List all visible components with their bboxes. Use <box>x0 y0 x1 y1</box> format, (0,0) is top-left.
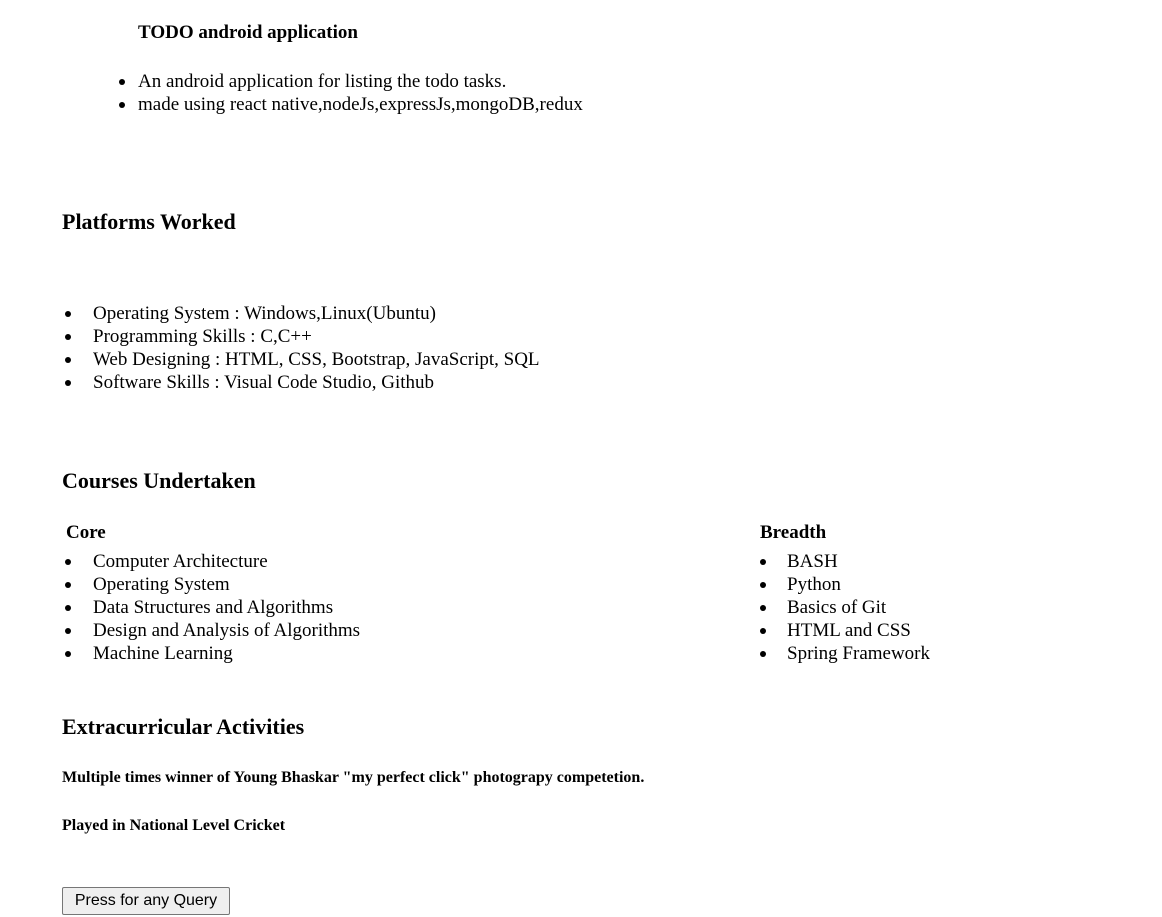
bullet-icon <box>65 357 71 363</box>
courses-heading: Courses Undertaken <box>62 468 256 493</box>
list-item-text: made using react native,nodeJs,expressJs… <box>138 94 583 115</box>
query-button[interactable]: Press for any Query <box>62 887 230 915</box>
list-item-text: An android application for listing the t… <box>138 71 507 92</box>
list-item-text: Programming Skills : C,C++ <box>93 326 312 347</box>
list-item: Web Designing : HTML, CSS, Bootstrap, Ja… <box>65 348 540 371</box>
list-item-text: Spring Framework <box>787 643 931 664</box>
extracurricular-item: Played in National Level Cricket <box>62 817 286 834</box>
list-item-text: Python <box>787 574 841 595</box>
bullet-icon <box>760 651 766 657</box>
bullet-icon <box>65 605 71 611</box>
bullet-icon <box>760 628 766 634</box>
list-item: made using react native,nodeJs,expressJs… <box>119 93 583 116</box>
core-courses-list: Computer Architecture Operating System D… <box>65 550 361 665</box>
list-item: Data Structures and Algorithms <box>65 596 360 619</box>
bullet-icon <box>760 582 766 588</box>
list-item: Machine Learning <box>65 642 360 665</box>
breadth-courses-heading: Breadth <box>760 522 827 543</box>
list-item: Operating System <box>65 573 360 596</box>
list-item: Design and Analysis of Algorithms <box>65 619 361 642</box>
list-item: Computer Architecture <box>65 550 360 573</box>
list-item-text: Design and Analysis of Algorithms <box>93 620 361 641</box>
extracurricular-heading: Extracurricular Activities <box>62 714 305 739</box>
list-item-text: BASH <box>787 551 838 572</box>
list-item: Software Skills : Visual Code Studio, Gi… <box>65 371 540 394</box>
bullet-icon <box>760 559 766 565</box>
bullet-icon <box>65 651 71 657</box>
project-bullet-list: An android application for listing the t… <box>119 70 583 116</box>
bullet-icon <box>65 334 71 340</box>
bullet-icon <box>119 102 125 108</box>
list-item: An android application for listing the t… <box>119 70 583 93</box>
resume-page: TODO android application An android appl… <box>0 0 1162 917</box>
list-item-text: Data Structures and Algorithms <box>93 597 334 618</box>
platforms-list: Operating System : Windows,Linux(Ubuntu)… <box>65 302 540 394</box>
list-item: HTML and CSS <box>760 619 930 642</box>
bullet-icon <box>65 559 71 565</box>
bullet-icon <box>65 582 71 588</box>
core-courses-heading: Core <box>66 522 106 543</box>
list-item-text: HTML and CSS <box>787 620 911 641</box>
list-item-text: Basics of Git <box>787 597 887 618</box>
list-item-text: Operating System <box>93 574 230 595</box>
breadth-courses-list: BASH Python Basics of Git HTML and CSS S… <box>760 550 931 665</box>
list-item: Spring Framework <box>760 642 931 665</box>
extracurricular-item: Multiple times winner of Young Bhaskar "… <box>62 769 645 786</box>
list-item-text: Operating System : Windows,Linux(Ubuntu) <box>93 303 436 324</box>
bullet-icon <box>65 311 71 317</box>
bullet-icon <box>760 605 766 611</box>
list-item: Python <box>760 573 930 596</box>
bullet-icon <box>65 380 71 386</box>
list-item: Basics of Git <box>760 596 930 619</box>
list-item: Operating System : Windows,Linux(Ubuntu) <box>65 302 540 325</box>
list-item-text: Web Designing : HTML, CSS, Bootstrap, Ja… <box>93 349 540 370</box>
list-item: Programming Skills : C,C++ <box>65 325 540 348</box>
platforms-heading: Platforms Worked <box>62 209 236 234</box>
list-item-text: Computer Architecture <box>93 551 268 572</box>
list-item-text: Software Skills : Visual Code Studio, Gi… <box>93 372 435 393</box>
project-title: TODO android application <box>138 22 358 43</box>
bullet-icon <box>119 79 125 85</box>
list-item: BASH <box>760 550 930 573</box>
list-item-text: Machine Learning <box>93 643 233 664</box>
bullet-icon <box>65 628 71 634</box>
